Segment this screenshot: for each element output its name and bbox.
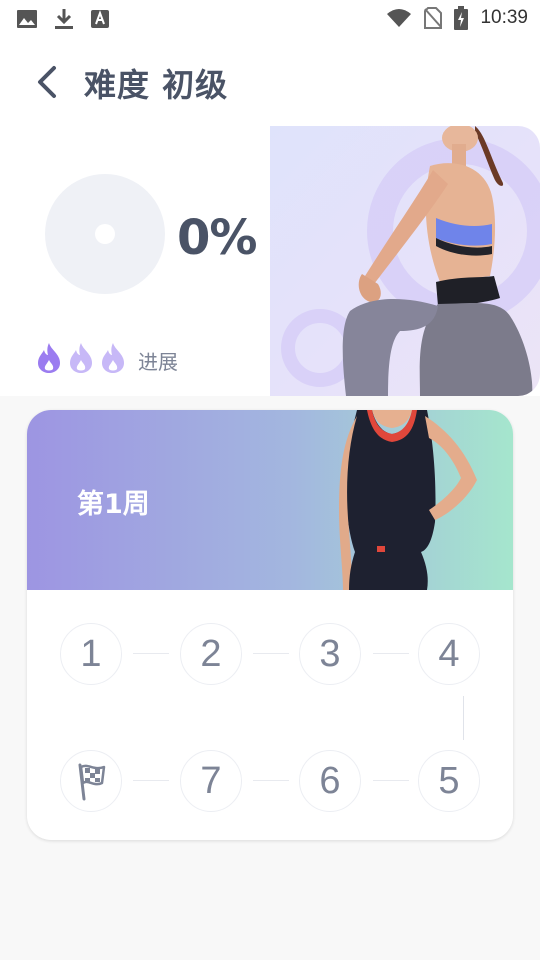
wifi-icon xyxy=(387,9,412,27)
flame-icon xyxy=(38,343,60,373)
back-arrow-icon[interactable] xyxy=(30,64,66,100)
progress-ring xyxy=(45,174,165,294)
checkered-flag-icon xyxy=(78,763,106,801)
progress-label: 进展 xyxy=(138,350,178,374)
week-title: 第1周 xyxy=(77,489,150,520)
day-circle-4[interactable]: 4 xyxy=(418,623,480,685)
day-circle-2[interactable]: 2 xyxy=(180,623,242,685)
week-banner: 第1周 xyxy=(27,410,513,590)
image-icon xyxy=(17,10,37,28)
header-bar: 难度 初级 xyxy=(0,36,540,126)
day-circle-6[interactable]: 6 xyxy=(299,750,361,812)
page-title: 难度 初级 xyxy=(84,66,229,104)
week-banner-image xyxy=(339,410,477,590)
day-circle-7[interactable]: 7 xyxy=(180,750,242,812)
no-sim-icon xyxy=(424,7,443,29)
flame-icon xyxy=(70,343,92,373)
day-circle-1[interactable]: 1 xyxy=(60,623,122,685)
status-bar: 10:39 xyxy=(0,0,540,36)
day-connector xyxy=(253,653,289,654)
day-circle-5[interactable]: 5 xyxy=(418,750,480,812)
day-connector xyxy=(373,653,409,654)
progress-percent: 0% xyxy=(177,210,257,266)
font-icon xyxy=(91,10,109,28)
day-circle-3[interactable]: 3 xyxy=(299,623,361,685)
day-connector xyxy=(133,780,169,781)
finish-flag-circle[interactable] xyxy=(60,750,122,812)
download-icon xyxy=(55,9,73,29)
day-connector xyxy=(373,780,409,781)
week-card[interactable]: 第1周 1 2 3 4 7 6 5 xyxy=(27,410,513,840)
progress-section: 0% 进展 xyxy=(0,126,540,396)
workout-hero-image xyxy=(270,126,540,396)
flame-icon xyxy=(102,343,124,373)
status-time: 10:39 xyxy=(480,7,528,28)
day-connector-vertical xyxy=(463,696,464,740)
battery-charging-icon xyxy=(454,6,469,30)
difficulty-flames xyxy=(36,342,126,374)
day-connector xyxy=(253,780,289,781)
day-connector xyxy=(133,653,169,654)
